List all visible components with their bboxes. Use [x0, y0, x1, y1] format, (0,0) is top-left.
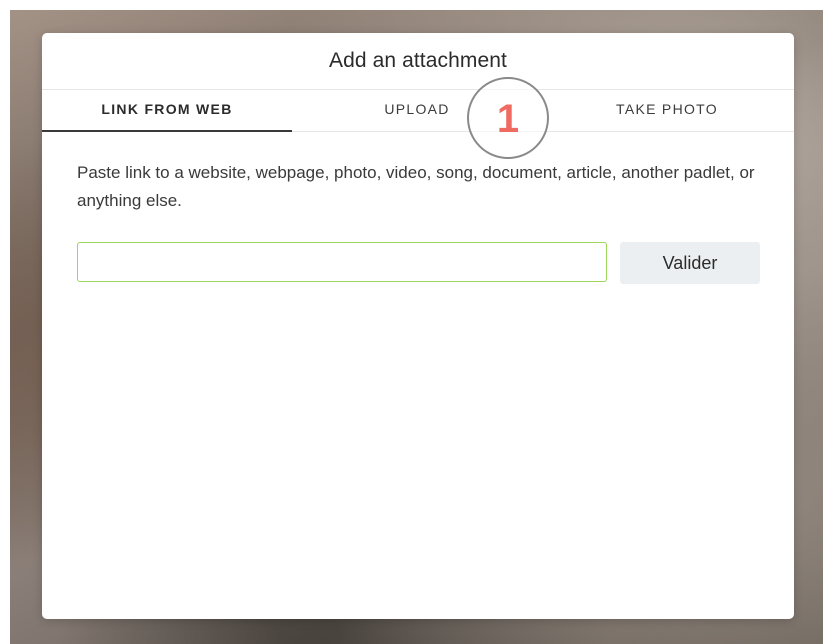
link-url-input[interactable] — [77, 242, 607, 282]
tab-link-from-web[interactable]: LINK FROM WEB — [42, 90, 292, 132]
tab-take-photo[interactable]: TAKE PHOTO — [542, 90, 792, 131]
tab-bar: LINK FROM WEB UPLOAD TAKE PHOTO — [42, 89, 794, 132]
attachment-dialog: Add an attachment LINK FROM WEB UPLOAD T… — [42, 33, 794, 619]
dialog-title: Add an attachment — [329, 49, 507, 72]
step-number-annotation: 1 — [467, 77, 549, 159]
validate-button[interactable]: Valider — [620, 242, 760, 284]
instructions-text: Paste link to a website, webpage, photo,… — [77, 163, 755, 210]
